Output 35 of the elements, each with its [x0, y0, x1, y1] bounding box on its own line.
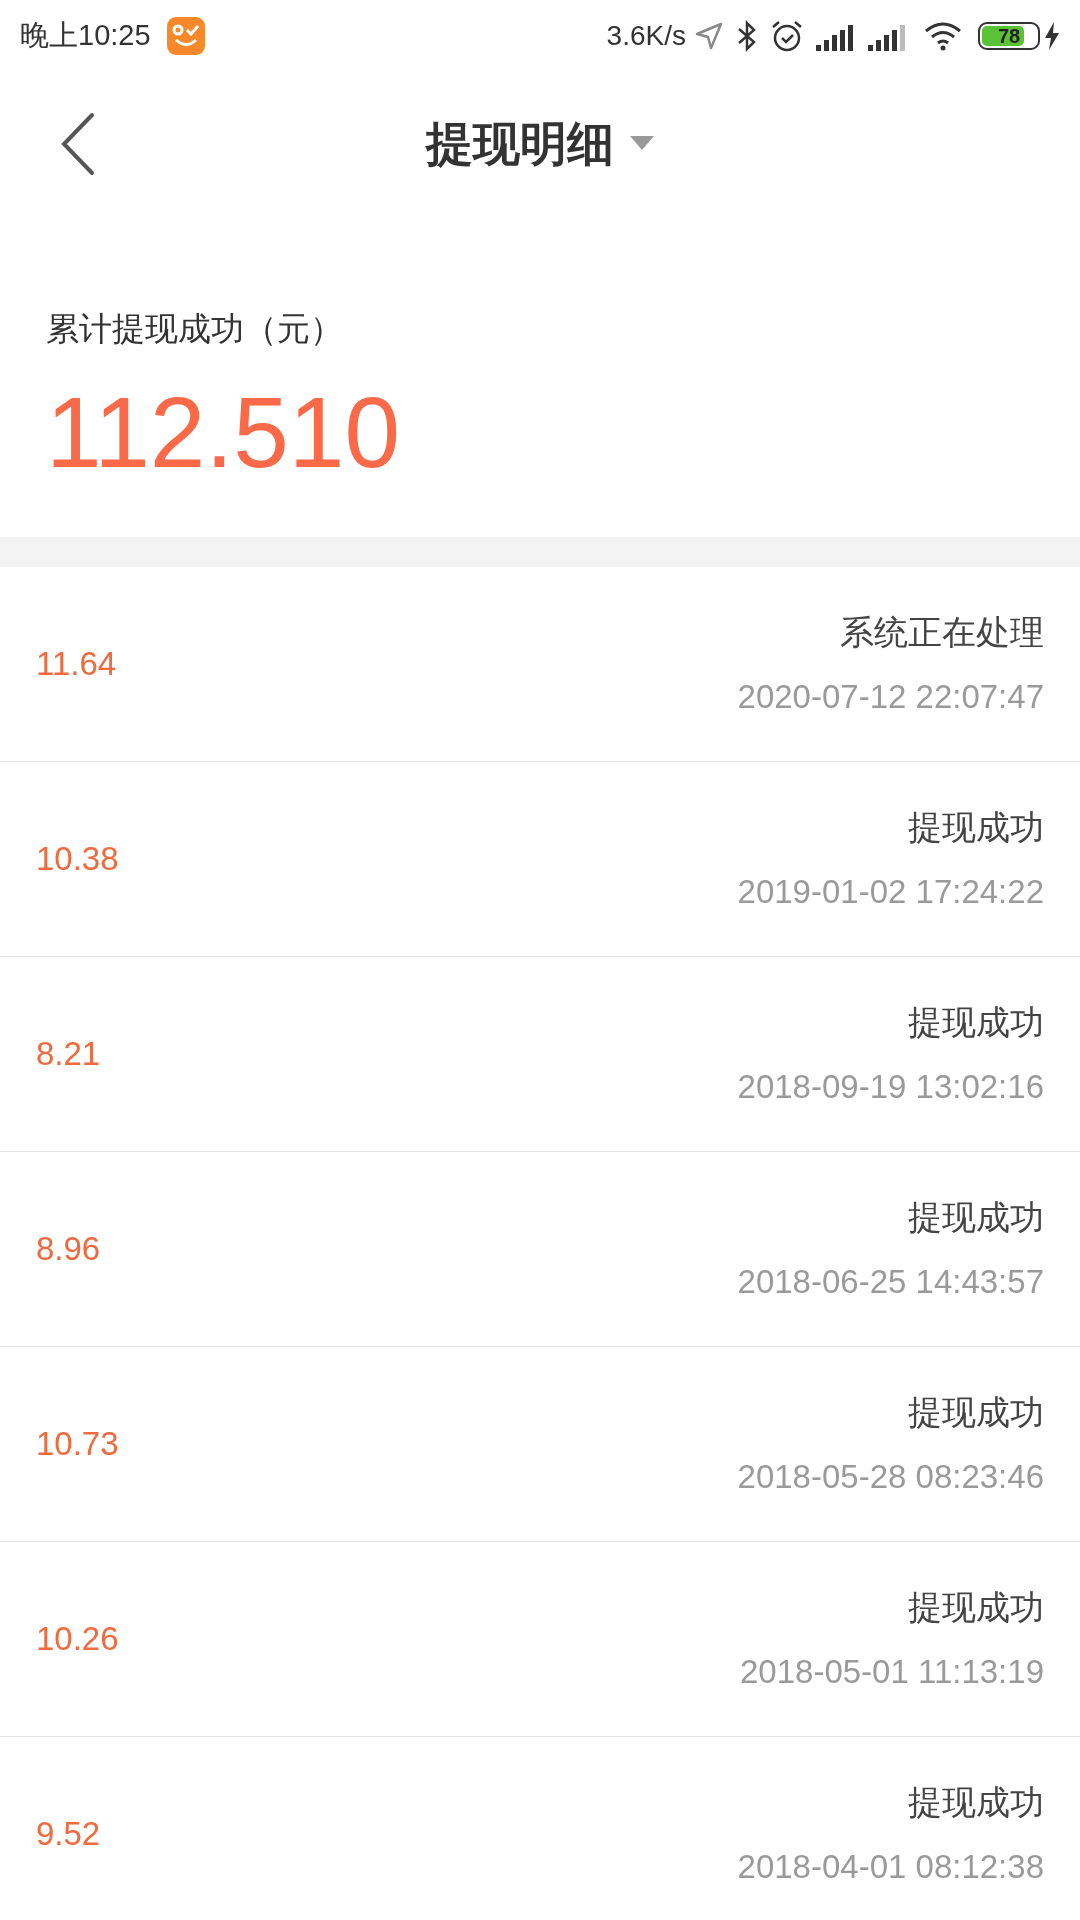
dropdown-caret-icon[interactable]	[630, 136, 654, 152]
withdrawal-time: 2018-04-01 08:12:38	[737, 1846, 1044, 1887]
withdrawal-amount: 10.73	[36, 1424, 119, 1465]
charging-icon	[1044, 22, 1060, 50]
withdrawal-time: 2018-05-28 08:23:46	[737, 1456, 1044, 1497]
total-amount: 112.510	[46, 381, 401, 482]
withdrawal-amount: 10.26	[36, 1619, 119, 1660]
withdrawal-status: 提现成功	[908, 1781, 1044, 1823]
location-icon	[694, 21, 724, 51]
wifi-icon	[924, 20, 962, 52]
withdrawal-amount: 8.21	[36, 1034, 101, 1075]
withdrawal-status: 提现成功	[908, 1001, 1044, 1043]
withdrawal-time: 2018-05-01 11:13:19	[740, 1651, 1044, 1692]
app-icon	[166, 17, 205, 55]
withdrawal-status: 提现成功	[908, 1196, 1044, 1238]
page-title[interactable]: 提现明细	[426, 108, 614, 180]
withdrawal-amount: 8.96	[36, 1229, 101, 1270]
withdrawal-time: 2020-07-12 22:07:47	[737, 676, 1044, 717]
withdrawal-time: 2018-06-25 14:43:57	[737, 1261, 1044, 1302]
status-time: 晚上10:25	[20, 18, 151, 54]
alarm-icon	[770, 19, 804, 53]
withdrawal-amount: 11.64	[36, 644, 117, 685]
network-speed: 3.6K/s	[606, 19, 686, 53]
battery-percentage: 78	[996, 24, 1022, 48]
withdrawal-amount: 9.52	[36, 1814, 101, 1855]
back-icon[interactable]	[60, 112, 96, 176]
withdrawal-time: 2019-01-02 17:24:22	[737, 871, 1044, 912]
withdrawal-time: 2018-09-19 13:02:16	[737, 1066, 1044, 1107]
withdrawal-amount: 10.38	[36, 839, 119, 880]
withdrawal-status: 系统正在处理	[840, 611, 1044, 653]
total-label: 累计提现成功（元）	[46, 309, 343, 349]
withdrawal-status: 提现成功	[908, 806, 1044, 848]
withdrawal-status: 提现成功	[908, 1391, 1044, 1433]
withdrawal-status: 提现成功	[908, 1586, 1044, 1628]
bluetooth-icon	[736, 20, 758, 52]
